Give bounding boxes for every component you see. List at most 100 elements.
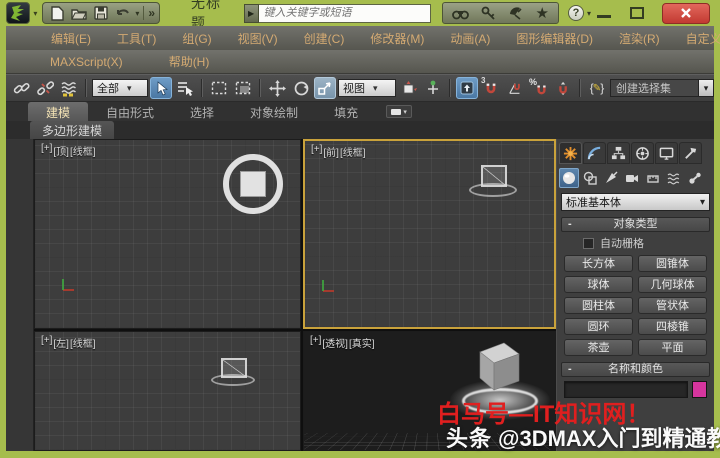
subcat-space-warps[interactable]	[664, 168, 684, 188]
menu-modifiers[interactable]: 修改器(M)	[357, 27, 437, 50]
ribbon-minimize-button[interactable]: ▾	[386, 105, 413, 118]
new-file-button[interactable]	[47, 4, 67, 22]
subcat-systems[interactable]	[685, 168, 705, 188]
app-menu-button[interactable]	[6, 2, 31, 24]
reference-coordinate-dropdown[interactable]: 视图 ▾	[338, 79, 396, 97]
search-input[interactable]	[258, 3, 431, 23]
tab-hierarchy[interactable]	[607, 142, 630, 164]
help-button[interactable]: ?	[567, 5, 584, 21]
button-plane[interactable]: 平面	[638, 339, 707, 356]
menu-create[interactable]: 创建(C)	[291, 27, 358, 50]
viewport-pov-menu[interactable]: [前]	[323, 144, 339, 159]
spinner-snap-toggle-button[interactable]	[552, 77, 574, 99]
button-cone[interactable]: 圆锥体	[638, 255, 707, 272]
viewport-shading-menu[interactable]: [真实]	[349, 335, 375, 350]
rollout-collapse-icon[interactable]: -	[568, 363, 572, 376]
viewport-pov-menu[interactable]: [左]	[53, 335, 69, 350]
button-geosphere[interactable]: 几何球体	[638, 276, 707, 293]
tab-utilities[interactable]	[679, 142, 702, 164]
app-menu-arrow-icon[interactable]: ▾	[33, 9, 37, 18]
snaps-toggle-button[interactable]: 3	[480, 76, 502, 99]
viewport-front-view-active[interactable]: [+] [前] [线框]	[303, 139, 556, 329]
viewport-general-menu[interactable]: [+]	[41, 143, 52, 158]
ring-object-left-view[interactable]	[211, 374, 255, 386]
tab-create[interactable]	[559, 142, 582, 164]
menu-help[interactable]: 帮助(H)	[169, 50, 232, 73]
object-color-swatch[interactable]	[692, 381, 707, 398]
subcat-helpers[interactable]	[643, 168, 663, 188]
viewport-top-view[interactable]: [+] [顶] [线框]	[34, 139, 301, 329]
window-crossing-toggle-button[interactable]	[232, 77, 254, 99]
viewport-pov-menu[interactable]: [透视]	[322, 335, 348, 350]
select-and-move-button[interactable]	[266, 77, 288, 99]
viewport-shading-menu[interactable]: [线框]	[70, 143, 96, 158]
button-tube[interactable]: 管状体	[638, 297, 707, 314]
viewport-shading-menu[interactable]: [线框]	[70, 335, 96, 350]
viewport-shading-menu[interactable]: [线框]	[340, 144, 366, 159]
button-pyramid[interactable]: 四棱锥	[638, 318, 707, 335]
viewport-general-menu[interactable]: [+]	[41, 335, 52, 350]
button-sphere[interactable]: 球体	[564, 276, 633, 293]
menu-edit[interactable]: 编辑(E)	[38, 27, 104, 50]
box-object-perspective[interactable]	[464, 338, 526, 400]
help-dropdown-arrow-icon[interactable]: ▾	[587, 9, 591, 18]
button-cylinder[interactable]: 圆柱体	[564, 297, 633, 314]
viewport-left-view[interactable]: [+] [左] [线框]	[34, 331, 301, 451]
tab-display[interactable]	[655, 142, 678, 164]
maximize-button[interactable]	[630, 7, 644, 19]
select-object-button[interactable]	[150, 77, 172, 99]
subcat-geometry[interactable]	[559, 168, 579, 188]
select-and-link-button[interactable]	[10, 77, 32, 99]
communication-center-satellite-icon[interactable]	[508, 6, 524, 20]
rectangular-selection-region-button[interactable]	[208, 77, 230, 99]
save-file-button[interactable]	[91, 4, 111, 22]
tab-populate[interactable]: 填充	[316, 102, 376, 121]
panel-polygon-modeling[interactable]: 多边形建模	[30, 121, 115, 139]
rollout-object-type[interactable]: - 对象类型	[561, 217, 710, 232]
menu-views[interactable]: 视图(V)	[225, 27, 291, 50]
edit-named-selection-sets-button[interactable]: {✎}	[586, 77, 608, 99]
menu-customize[interactable]: 自定义(U)	[673, 27, 720, 50]
subcat-shapes[interactable]	[580, 168, 600, 188]
menu-rendering[interactable]: 渲染(R)	[606, 27, 673, 50]
undo-button[interactable]	[113, 4, 133, 22]
viewport-general-menu[interactable]: [+]	[310, 335, 321, 350]
binoculars-search-icon[interactable]	[451, 7, 469, 20]
close-button[interactable]	[662, 2, 710, 24]
tab-selection[interactable]: 选择	[172, 102, 232, 121]
button-torus[interactable]: 圆环	[564, 318, 633, 335]
menu-animation[interactable]: 动画(A)	[437, 27, 503, 50]
key-icon[interactable]	[481, 6, 496, 21]
rollout-collapse-icon[interactable]: -	[568, 218, 572, 231]
select-by-name-button[interactable]	[174, 77, 196, 99]
viewport-general-menu[interactable]: [+]	[311, 144, 322, 159]
chevron-down-icon[interactable]: ▾	[698, 80, 713, 96]
box-object-top-view[interactable]	[240, 171, 266, 197]
select-and-rotate-button[interactable]	[290, 77, 312, 99]
open-file-button[interactable]	[69, 4, 89, 22]
tab-object-paint[interactable]: 对象绘制	[232, 102, 316, 121]
button-teapot[interactable]: 茶壶	[564, 339, 633, 356]
search-go-icon[interactable]: ▶	[243, 3, 259, 23]
rollout-name-and-color[interactable]: - 名称和颜色	[561, 362, 710, 377]
menu-group[interactable]: 组(G)	[169, 27, 224, 50]
angle-snap-toggle-button[interactable]	[504, 77, 526, 99]
undo-dropdown-arrow-icon[interactable]: ▾	[135, 9, 139, 18]
autogrid-checkbox[interactable]	[583, 237, 594, 249]
primitive-type-dropdown[interactable]: 标准基本体 ▾	[561, 193, 710, 211]
percent-snap-toggle-button[interactable]: %	[528, 77, 550, 99]
selection-filter-dropdown[interactable]: 全部 ▾	[92, 79, 148, 97]
tab-freeform[interactable]: 自由形式	[88, 102, 172, 121]
use-pivot-point-center-button[interactable]	[398, 77, 420, 99]
keyboard-shortcut-override-button[interactable]	[456, 77, 478, 99]
menu-tools[interactable]: 工具(T)	[104, 27, 169, 50]
tab-motion[interactable]	[631, 142, 654, 164]
viewport-pov-menu[interactable]: [顶]	[53, 143, 69, 158]
subcat-lights[interactable]	[601, 168, 621, 188]
select-and-manipulate-button[interactable]	[422, 77, 444, 99]
bind-to-space-warp-button[interactable]	[58, 77, 80, 99]
favorites-star-icon[interactable]: ★	[536, 6, 549, 21]
tab-modeling[interactable]: 建模	[28, 102, 89, 121]
ring-object-front-view[interactable]	[469, 183, 517, 197]
minimize-button[interactable]	[596, 6, 612, 20]
